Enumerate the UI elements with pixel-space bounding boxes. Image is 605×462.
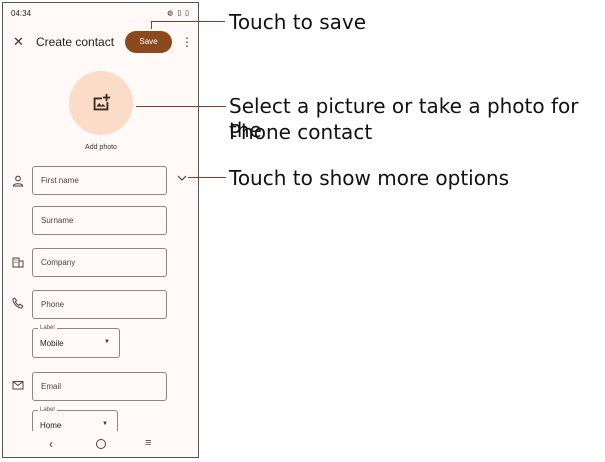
callout-line-save — [151, 21, 225, 22]
expand-chevron-icon[interactable] — [177, 175, 187, 182]
first-name-field[interactable]: First name — [32, 166, 167, 195]
email-label-value: Home — [40, 421, 62, 430]
callout-line-more — [188, 177, 226, 178]
status-time: 04:34 — [11, 9, 32, 18]
callout-line-photo — [136, 106, 226, 107]
phone-icon — [12, 297, 24, 309]
email-label-legend: Label — [38, 406, 57, 414]
add-photo-label: Add photo — [85, 144, 117, 151]
back-icon[interactable]: ‹ — [49, 437, 53, 451]
company-field[interactable]: Company — [32, 248, 167, 277]
home-icon[interactable] — [96, 439, 106, 449]
add-image-icon — [93, 93, 111, 111]
email-icon — [12, 381, 24, 390]
person-icon — [12, 175, 24, 187]
callout-save: Touch to save — [229, 10, 367, 34]
phone-screen: 04:34 ◍ ▯ ▯ ✕ Create contact Save ⋮ Add … — [2, 2, 199, 458]
phone-label-legend: Label — [38, 324, 57, 332]
page-title: Create contact — [36, 35, 115, 49]
close-icon[interactable]: ✕ — [13, 35, 24, 48]
more-options-icon[interactable]: ⋮ — [181, 33, 193, 51]
save-button[interactable]: Save — [125, 31, 172, 53]
status-bar: 04:34 ◍ ▯ ▯ — [11, 9, 190, 19]
add-photo-button[interactable] — [69, 71, 133, 135]
callout-line-save-tick — [151, 21, 152, 29]
recents-icon[interactable]: ≡ — [145, 437, 151, 449]
phone-label-select[interactable]: Label Mobile ▼ — [32, 324, 120, 358]
phone-label-value: Mobile — [40, 339, 64, 348]
surname-field[interactable]: Surname — [32, 206, 167, 235]
email-field[interactable]: Email — [32, 372, 167, 401]
phone-field[interactable]: Phone — [32, 290, 167, 319]
callout-photo-line2: Phone contact — [229, 120, 373, 144]
dropdown-arrow-icon: ▼ — [102, 421, 108, 427]
navigation-bar: ‹ ≡ — [3, 431, 198, 457]
dropdown-arrow-icon: ▼ — [104, 339, 110, 345]
status-icons: ◍ ▯ ▯ — [167, 10, 190, 17]
callout-more: Touch to show more options — [229, 166, 510, 190]
building-icon — [12, 257, 24, 268]
